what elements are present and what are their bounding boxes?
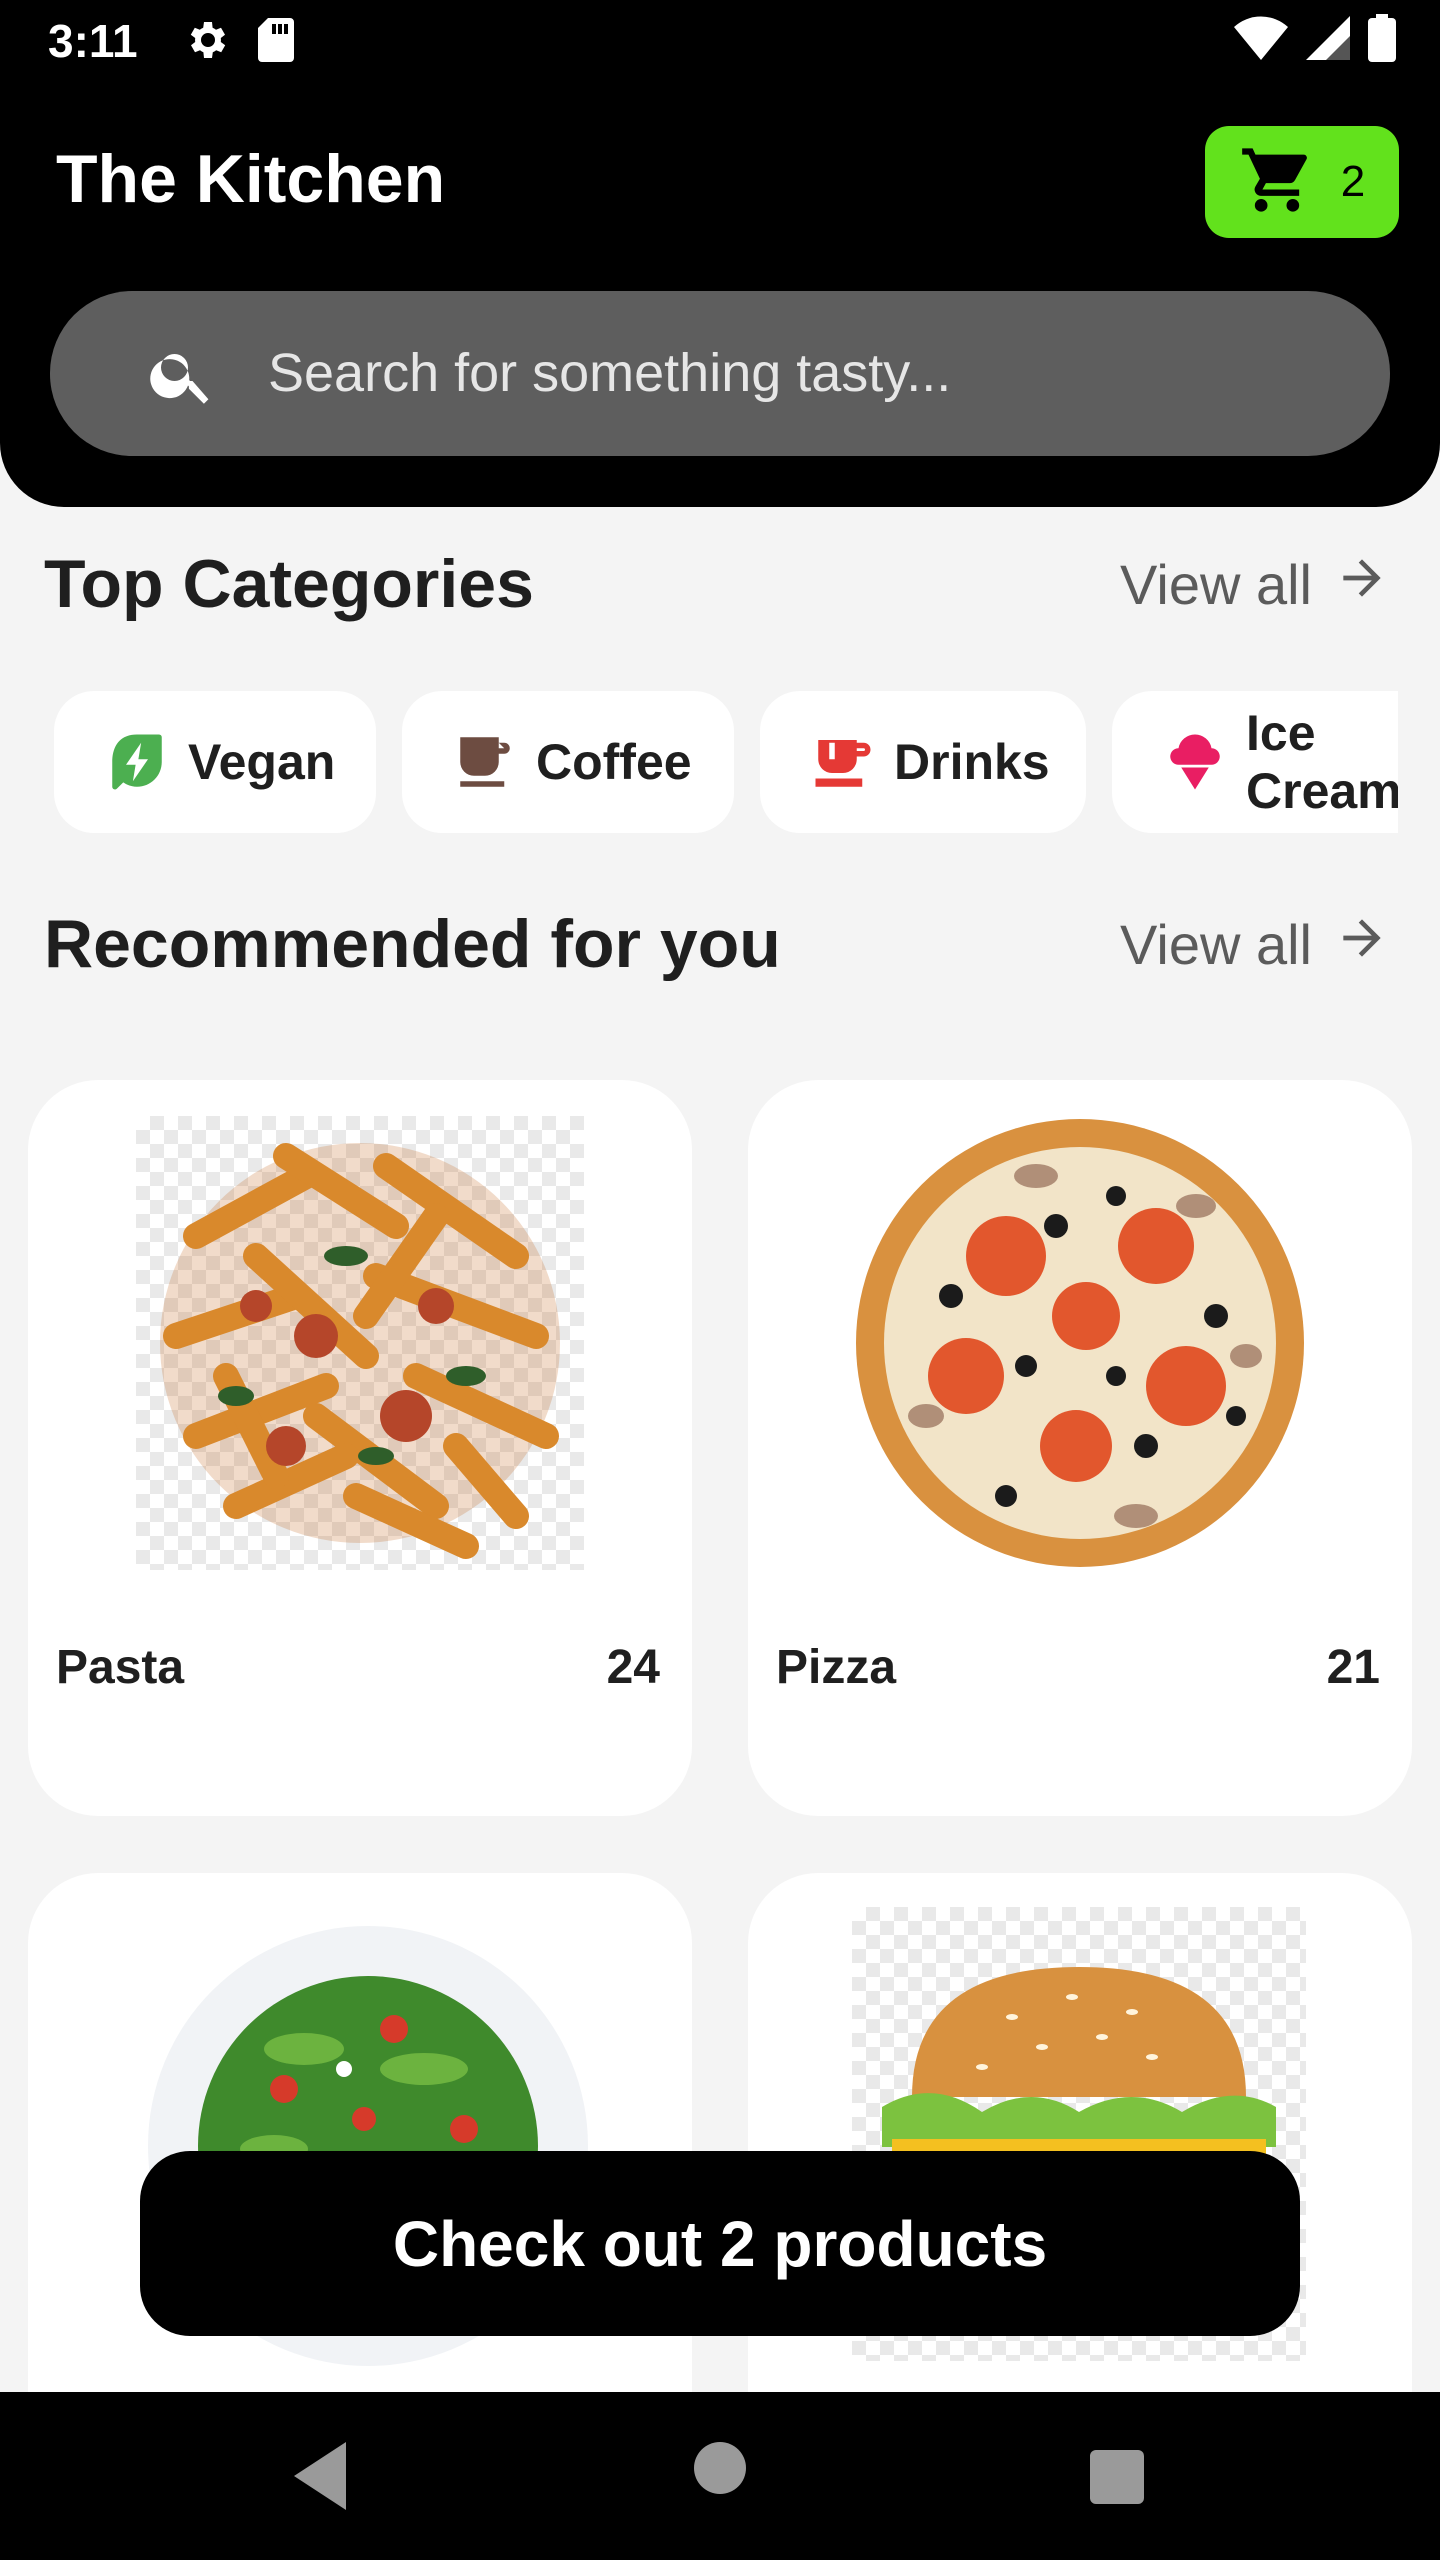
drink-mug-icon bbox=[810, 728, 876, 796]
product-card-pasta[interactable]: Pasta 24 bbox=[28, 1080, 692, 1816]
battery-icon bbox=[1368, 14, 1396, 67]
top-categories-view-all-link[interactable]: View all bbox=[1120, 550, 1390, 619]
product-name: Pizza bbox=[776, 1641, 897, 1694]
category-chip-vegan[interactable]: Vegan bbox=[54, 691, 376, 833]
recommended-view-all-link[interactable]: View all bbox=[1120, 910, 1390, 979]
wifi-icon bbox=[1234, 16, 1288, 65]
category-label: Drinks bbox=[894, 734, 1050, 790]
product-name: Pasta bbox=[56, 1641, 185, 1694]
pasta-image bbox=[136, 1116, 584, 1570]
recommended-title: Recommended for you bbox=[44, 906, 781, 982]
signal-icon bbox=[1306, 16, 1350, 65]
category-chip-drinks[interactable]: Drinks bbox=[760, 691, 1086, 833]
category-label: Coffee bbox=[536, 734, 692, 790]
view-all-label: View all bbox=[1120, 553, 1312, 616]
app-header: 3:11 The Kitchen 2 bbox=[0, 0, 1440, 507]
status-time: 3:11 bbox=[48, 15, 138, 67]
checkout-button[interactable]: Check out 2 products bbox=[140, 2151, 1300, 2336]
vegan-leaf-icon bbox=[104, 728, 170, 796]
coffee-cup-icon bbox=[452, 728, 518, 796]
category-label: Vegan bbox=[188, 734, 336, 790]
arrow-right-icon bbox=[1334, 550, 1390, 619]
search-bar[interactable] bbox=[50, 291, 1390, 456]
view-all-label: View all bbox=[1120, 913, 1312, 976]
cart-button[interactable]: 2 bbox=[1205, 126, 1399, 238]
back-icon[interactable] bbox=[290, 2442, 354, 2515]
home-icon[interactable] bbox=[694, 2442, 746, 2499]
shopping-cart-icon bbox=[1239, 142, 1315, 223]
page-title: The Kitchen bbox=[56, 141, 446, 217]
pizza-image bbox=[856, 1116, 1304, 1570]
arrow-right-icon bbox=[1334, 910, 1390, 979]
category-label: Ice Cream bbox=[1246, 705, 1398, 819]
category-list: Vegan Coffee Drinks Ice Cream bbox=[54, 691, 1398, 833]
top-categories-title: Top Categories bbox=[44, 546, 534, 622]
search-icon bbox=[146, 339, 218, 416]
search-input[interactable] bbox=[268, 337, 1348, 409]
sd-card-icon bbox=[256, 16, 296, 69]
status-bar: 3:11 bbox=[0, 0, 1440, 84]
product-price: 24 bbox=[606, 1641, 660, 1694]
product-price: 21 bbox=[1326, 1641, 1380, 1694]
ice-cream-icon bbox=[1162, 728, 1228, 796]
recents-icon[interactable] bbox=[1090, 2450, 1144, 2509]
system-nav-bar bbox=[0, 2392, 1440, 2560]
product-card-pizza[interactable]: Pizza 21 bbox=[748, 1080, 1412, 1816]
cart-count-badge: 2 bbox=[1340, 157, 1366, 206]
settings-icon bbox=[182, 16, 230, 69]
category-chip-coffee[interactable]: Coffee bbox=[402, 691, 734, 833]
category-chip-ice-cream[interactable]: Ice Cream bbox=[1112, 691, 1398, 833]
